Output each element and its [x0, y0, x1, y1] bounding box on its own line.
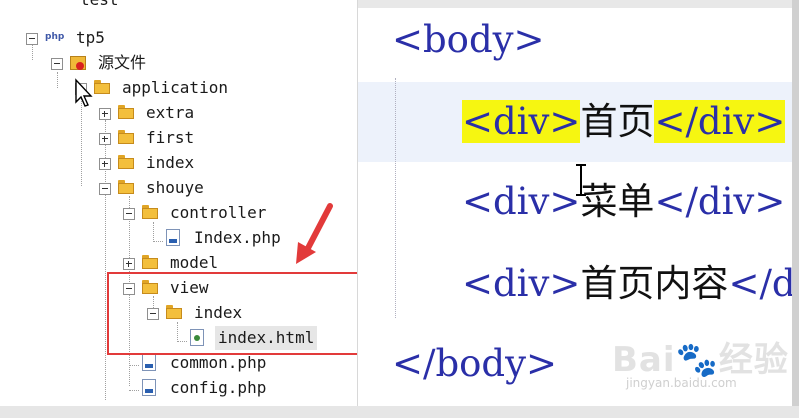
folder-icon [142, 255, 158, 269]
tree-label: index [146, 153, 195, 172]
tree-item-config-php[interactable]: config.php [0, 376, 357, 400]
php-file-icon [142, 354, 156, 371]
expand-icon[interactable] [99, 158, 111, 170]
source-folder-icon [70, 54, 86, 70]
tree-item-source-files[interactable]: 源文件 [0, 51, 357, 75]
tree-item-shouye[interactable]: shouye [0, 176, 357, 200]
tree-label: extra [146, 103, 195, 122]
tree-item-tp5[interactable]: php tp5 [0, 26, 357, 50]
bottom-edge [0, 406, 799, 418]
text-cursor-icon [576, 164, 586, 196]
tag-text: </div> [728, 262, 799, 305]
tag-text: <div> [462, 262, 581, 305]
expand-icon[interactable] [99, 133, 111, 145]
baidu-jingyan-watermark: Bai🐾经验 jingyan.baidu.com [612, 322, 792, 402]
watermark-url: jingyan.baidu.com [626, 376, 737, 390]
tree-label: test [80, 0, 119, 12]
right-edge [792, 0, 799, 418]
tree-item-application[interactable]: application [0, 76, 357, 100]
tree-label: first [146, 128, 195, 147]
tree-label: config.php [170, 378, 267, 397]
watermark-brand: Bai🐾经验 [612, 340, 789, 380]
tree-item-extra[interactable]: extra [0, 101, 357, 125]
folder-icon [118, 180, 134, 194]
content-text: 首页 [580, 100, 655, 143]
collapse-icon[interactable] [99, 183, 111, 195]
php-file-icon [142, 379, 156, 396]
tag-text: <body> [392, 18, 545, 61]
folder-icon [118, 155, 134, 169]
code-line-3: <div>首页内容</div> [462, 254, 799, 314]
folder-icon [142, 205, 158, 219]
tag-text: </div> [654, 180, 786, 223]
tree-label: 源文件 [98, 53, 147, 72]
php-file-icon [166, 229, 180, 246]
content-text: 首页内容 [580, 262, 729, 305]
collapse-icon[interactable] [123, 208, 135, 220]
collapse-icon[interactable] [51, 58, 63, 70]
code-line-body-open: <body> [392, 10, 545, 70]
project-tree[interactable]: test php tp5 源文件 application extra first… [0, 0, 357, 406]
folder-icon [118, 130, 134, 144]
code-line-body-close: </body> [392, 334, 557, 394]
tree-item-index[interactable]: index [0, 151, 357, 175]
expand-icon[interactable] [99, 108, 111, 120]
tag-text-highlighted: </div> [654, 100, 786, 143]
tree-label: tp5 [76, 28, 105, 47]
tree-label: controller [170, 203, 267, 222]
folder-icon [94, 80, 110, 94]
code-line-2: <div>菜单</div> [462, 172, 785, 232]
expand-icon[interactable] [123, 258, 135, 270]
indent-guide [395, 78, 396, 318]
tag-text: </body> [392, 342, 558, 385]
content-text: 菜单 [580, 180, 655, 223]
mouse-pointer-icon [75, 78, 93, 107]
annotation-highlight-box [107, 272, 357, 355]
tree-item-first[interactable]: first [0, 126, 357, 150]
php-project-icon: php [45, 32, 65, 42]
code-line-1: <div>首页</div> [462, 92, 786, 152]
tree-label: application [122, 78, 228, 97]
tree-label: Index.php [194, 228, 281, 247]
folder-icon [118, 105, 134, 119]
annotation-arrow-icon [296, 203, 333, 264]
collapse-icon[interactable] [26, 33, 38, 45]
tag-text-highlighted: <div> [462, 100, 581, 143]
tree-label: shouye [146, 178, 204, 197]
tag-text: <div> [462, 180, 581, 223]
